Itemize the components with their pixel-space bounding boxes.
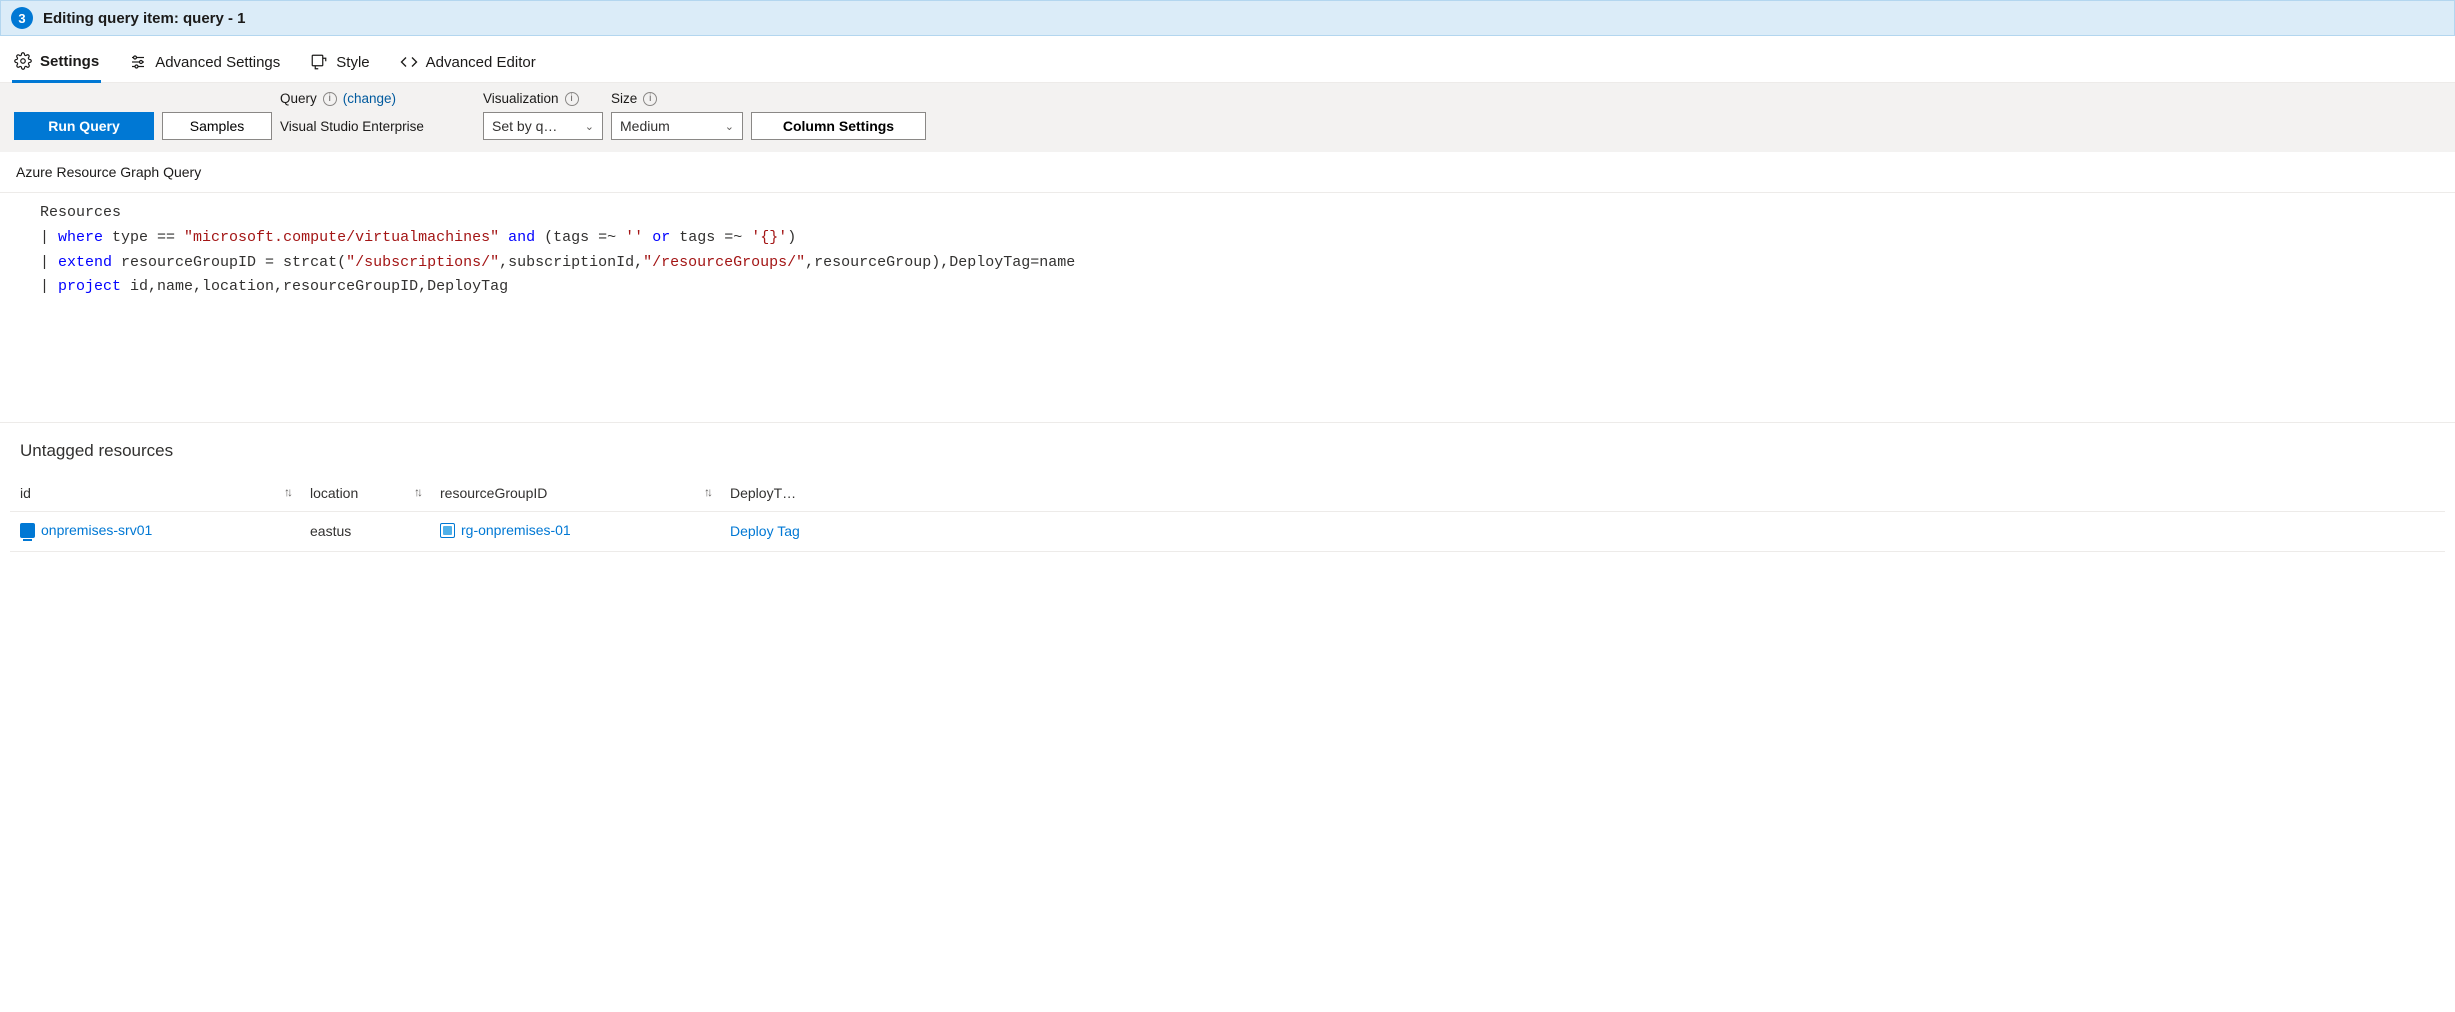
col-header-id[interactable]: id↑↓ (10, 475, 300, 512)
tab-label: Advanced Editor (426, 54, 536, 71)
tab-advanced-editor[interactable]: Advanced Editor (398, 46, 538, 82)
info-icon[interactable]: i (323, 92, 337, 106)
sort-icon: ↑↓ (414, 485, 420, 499)
vm-icon (20, 523, 35, 538)
tab-advanced-settings[interactable]: Advanced Settings (127, 46, 282, 82)
table-row: onpremises-srv01 eastus rg-onpremises-01… (10, 512, 2445, 552)
page-title: Editing query item: query - 1 (43, 10, 246, 27)
editing-header: 3 Editing query item: query - 1 (0, 0, 2455, 36)
gear-icon (14, 52, 32, 70)
style-icon (310, 53, 328, 71)
step-badge: 3 (11, 7, 33, 29)
visualization-label: Visualization i (483, 91, 603, 106)
query-label: Query i (change) (280, 91, 475, 106)
tab-label: Settings (40, 53, 99, 70)
col-header-deploy[interactable]: DeployT… (720, 475, 2445, 512)
query-value: Visual Studio Enterprise (280, 119, 475, 134)
size-label: Size i (611, 91, 743, 106)
change-link[interactable]: (change) (343, 91, 396, 106)
sort-icon: ↑↓ (704, 485, 710, 499)
resource-group-icon (440, 523, 455, 538)
resource-group-link[interactable]: rg-onpremises-01 (440, 522, 571, 538)
run-query-button[interactable]: Run Query (14, 112, 154, 140)
sliders-icon (129, 53, 147, 71)
results-table: id↑↓ location↑↓ resourceGroupID↑↓ Deploy… (10, 475, 2445, 552)
toolbar: Query i (change) Visualization i Size i … (0, 83, 2455, 152)
tab-row: Settings Advanced Settings Style Advance… (0, 36, 2455, 83)
tab-label: Style (336, 54, 369, 71)
size-select[interactable]: Medium⌄ (611, 112, 743, 140)
resource-link[interactable]: onpremises-srv01 (20, 522, 152, 538)
col-header-rgid[interactable]: resourceGroupID↑↓ (430, 475, 720, 512)
chevron-down-icon: ⌄ (725, 120, 734, 133)
tab-style[interactable]: Style (308, 46, 371, 82)
sort-icon: ↑↓ (284, 485, 290, 499)
visualization-select[interactable]: Set by q…⌄ (483, 112, 603, 140)
code-editor[interactable]: Resources | where type == "microsoft.com… (0, 193, 2455, 423)
deploy-tag-link[interactable]: Deploy Tag (730, 523, 800, 539)
cell-location: eastus (300, 512, 430, 552)
query-type-label: Azure Resource Graph Query (0, 152, 2455, 193)
chevron-down-icon: ⌄ (585, 120, 594, 133)
col-header-location[interactable]: location↑↓ (300, 475, 430, 512)
code-icon (400, 53, 418, 71)
results-title: Untagged resources (0, 423, 2455, 467)
tab-settings[interactable]: Settings (12, 46, 101, 83)
column-settings-button[interactable]: Column Settings (751, 112, 926, 140)
tab-label: Advanced Settings (155, 54, 280, 71)
info-icon[interactable]: i (643, 92, 657, 106)
info-icon[interactable]: i (565, 92, 579, 106)
samples-button[interactable]: Samples (162, 112, 272, 140)
